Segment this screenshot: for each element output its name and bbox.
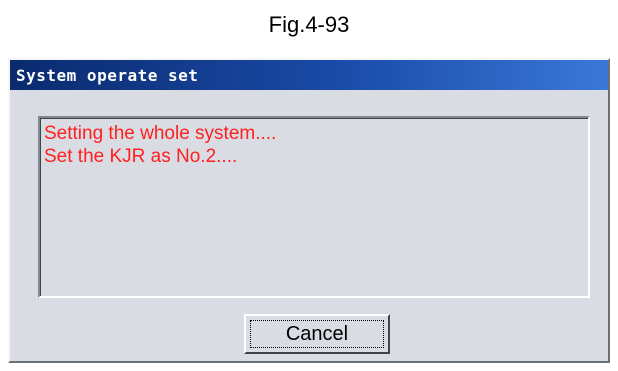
cancel-button-label: Cancel [285,322,349,345]
dialog-titlebar[interactable]: System operate set [10,60,608,90]
status-message: Set the KJR as No.2.... [44,146,238,167]
cancel-button[interactable]: Cancel [244,314,390,354]
message-box: Setting the whole system.... Set the KJR… [38,116,590,298]
figure-caption: Fig.4-93 [268,12,350,37]
status-message: Setting the whole system.... [44,123,277,144]
dialog-title: System operate set [16,65,199,85]
system-operate-dialog: System operate set Setting the whole sys… [8,58,610,363]
